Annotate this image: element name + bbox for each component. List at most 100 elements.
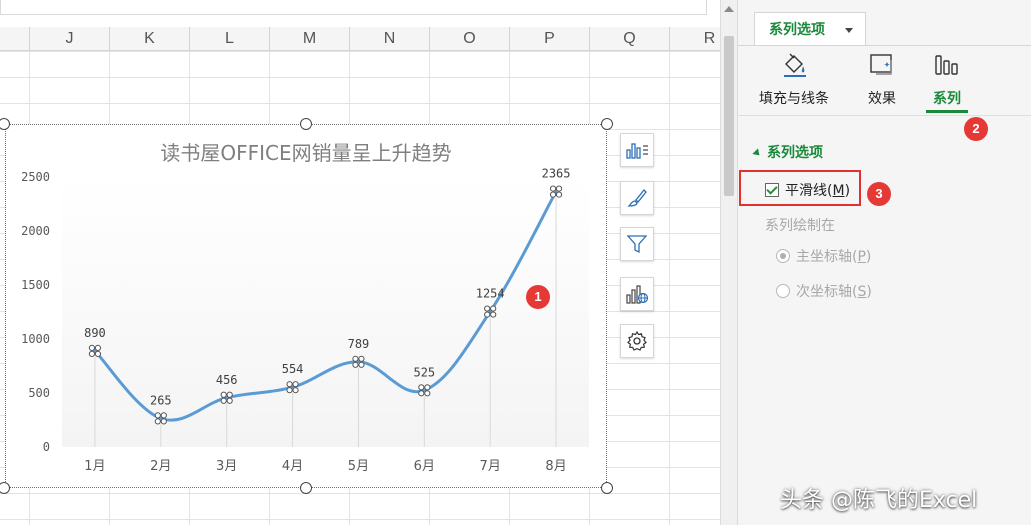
secondary-axis-radio[interactable] — [776, 284, 790, 298]
point-handle — [286, 381, 293, 388]
tab-series[interactable]: 系列 — [924, 52, 970, 108]
point-handle — [226, 397, 233, 404]
resize-handle-bottom-right[interactable] — [601, 482, 613, 494]
secondary-axis-label: 次坐标轴( — [796, 284, 858, 300]
column-header-n[interactable]: N — [349, 27, 429, 50]
chart-elements-button[interactable] — [620, 133, 654, 167]
y-tick-label: 2500 — [21, 170, 50, 184]
point-handle — [484, 305, 491, 312]
tab-fill-and-line-label: 填充与线条 — [759, 91, 829, 107]
scroll-up-arrow-icon[interactable] — [724, 6, 734, 12]
resize-handle-top-right[interactable] — [601, 118, 613, 130]
x-tick-label: 6月 — [414, 459, 435, 474]
data-label[interactable]: 789 — [348, 337, 370, 351]
data-label[interactable]: 890 — [84, 326, 106, 340]
resize-handle-top-center[interactable] — [300, 118, 312, 130]
primary-axis-option[interactable]: 主坐标轴(P) — [776, 246, 871, 266]
point-handle — [94, 350, 102, 357]
primary-axis-radio[interactable] — [776, 249, 790, 263]
column-header-r[interactable]: R — [669, 27, 720, 50]
formula-input[interactable] — [0, 0, 707, 15]
line-chart[interactable]: 读书屋OFFICE网销量呈上升趋势 0 500 1000 1500 2000 2500 1月 2… — [6, 125, 606, 487]
column-header-j[interactable]: J — [29, 27, 109, 50]
tab-effects-label: 效果 — [868, 91, 896, 107]
column-header-m[interactable]: M — [269, 27, 349, 50]
tab-fill-and-line[interactable]: 填充与线条 — [756, 52, 832, 108]
column-header-p[interactable]: P — [509, 27, 589, 50]
chart-filter-button[interactable] — [620, 227, 654, 261]
secondary-axis-label-end: ) — [866, 284, 872, 300]
point-handle — [352, 355, 359, 362]
series-options-section-toggle[interactable]: 系列选项 — [752, 142, 823, 162]
paint-bucket-icon — [784, 53, 806, 77]
format-series-pane: 系列选项 填充与线条 效果 系列 2 系列选项 平滑线(M) 3 系列绘制在 主… — [738, 0, 1031, 525]
y-tick-label: 500 — [28, 386, 50, 400]
x-tick-label: 3月 — [216, 459, 237, 474]
column-header-l[interactable]: L — [189, 27, 269, 50]
column-header-q[interactable]: Q — [589, 27, 669, 50]
y-tick-label: 1000 — [21, 332, 50, 346]
data-label[interactable]: 456 — [216, 373, 238, 387]
data-label[interactable]: 2365 — [542, 167, 571, 181]
primary-axis-label-end: ) — [865, 249, 872, 265]
x-tick-label: 2月 — [150, 459, 171, 474]
chart-object[interactable]: 读书屋OFFICE网销量呈上升趋势 0 500 1000 1500 2000 2500 1月 2… — [5, 124, 607, 488]
chart-style-button[interactable] — [620, 181, 654, 215]
point-handle — [424, 384, 431, 391]
pane-tab-divider — [738, 45, 1031, 46]
point-handle — [292, 387, 299, 394]
active-tab-indicator — [926, 110, 968, 113]
step-badge-2: 2 — [964, 117, 988, 141]
point-handle — [549, 185, 557, 192]
point-handle — [220, 397, 227, 404]
chart-title[interactable]: 读书屋OFFICE网销量呈上升趋势 — [160, 141, 451, 165]
column-header-k[interactable]: K — [109, 27, 189, 50]
column-header-row: JKLMNOPQR — [0, 27, 720, 51]
resize-handle-bottom-center[interactable] — [300, 482, 312, 494]
gear-icon — [627, 330, 647, 351]
data-label[interactable]: 525 — [413, 365, 435, 379]
point-handle — [88, 350, 96, 357]
x-tick-label: 1月 — [84, 459, 105, 474]
point-handle — [220, 391, 227, 398]
tab-effects[interactable]: 效果 — [860, 52, 904, 108]
formula-bar-area — [0, 0, 720, 28]
data-label[interactable]: 265 — [150, 393, 172, 407]
point-handle — [292, 381, 299, 388]
step-badge-1: 1 — [526, 285, 550, 309]
point-handle — [160, 418, 167, 425]
scrollbar-thumb[interactable] — [724, 36, 734, 196]
spreadsheet-area[interactable]: JKLMNOPQR 读书屋OFFICE网销量呈上升趋势 0 500 1000 1500 2… — [0, 0, 720, 525]
tab-series-label: 系列 — [933, 91, 961, 107]
x-tick-label: 4月 — [282, 459, 303, 474]
point-handle — [154, 418, 161, 425]
chart-settings-button[interactable] — [620, 324, 654, 358]
point-handle — [160, 412, 167, 419]
point-handle — [226, 391, 233, 398]
primary-axis-label: 主坐标轴( — [796, 249, 858, 265]
chart-filter-icon — [626, 235, 648, 254]
y-tick-label: 1500 — [21, 278, 50, 292]
column-header-o[interactable]: O — [429, 27, 509, 50]
online-chart-icon — [626, 285, 649, 304]
data-label[interactable]: 1254 — [476, 287, 505, 301]
chart-elements-icon — [626, 143, 648, 159]
point-handle — [490, 311, 497, 318]
data-label[interactable]: 554 — [282, 362, 304, 376]
point-handle — [490, 305, 497, 312]
point-handle — [549, 191, 557, 198]
secondary-axis-option[interactable]: 次坐标轴(S) — [776, 281, 872, 301]
vertical-scrollbar[interactable] — [720, 0, 738, 525]
x-tick-label: 7月 — [480, 459, 501, 474]
point-handle — [154, 412, 161, 419]
point-handle — [358, 355, 365, 362]
effects-icon — [870, 54, 892, 75]
series-options-dropdown[interactable]: 系列选项 — [754, 12, 866, 46]
smooth-line-highlight-box — [739, 170, 861, 206]
collapse-triangle-icon — [752, 148, 763, 159]
pane-divider — [738, 115, 1031, 116]
online-chart-button[interactable] — [620, 277, 654, 311]
chevron-down-icon — [845, 28, 853, 33]
point-handle — [424, 390, 431, 397]
series-bars-icon — [935, 55, 958, 75]
